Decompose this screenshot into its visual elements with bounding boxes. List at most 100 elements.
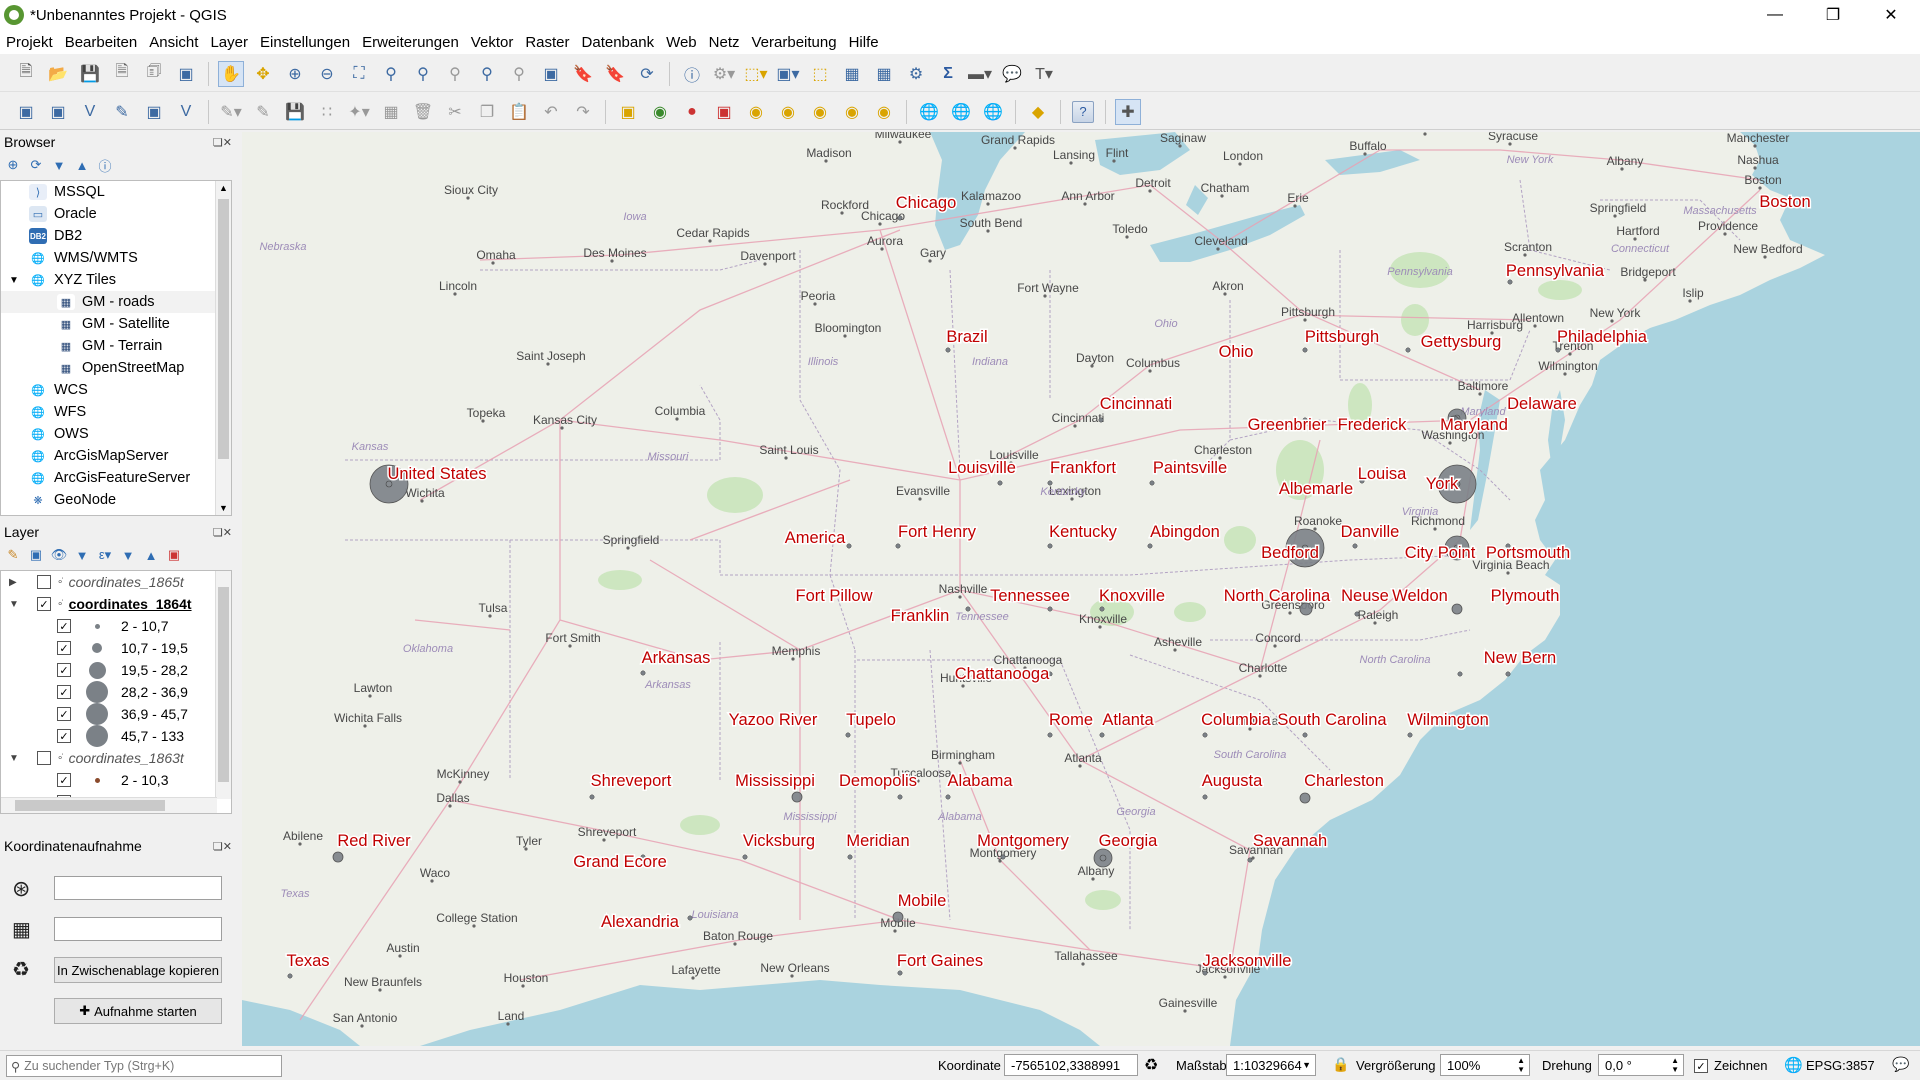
current-edits-icon[interactable]: ✎▾ — [218, 99, 244, 125]
browser-item[interactable]: 🌐 OWS — [1, 423, 231, 445]
zoom-native-icon[interactable]: ⚲ — [442, 61, 468, 87]
help-icon[interactable]: ? — [1072, 100, 1094, 123]
browser-item[interactable]: ▦ GM - roads — [1, 291, 231, 313]
collapse-all-icon[interactable]: ▲ — [73, 156, 91, 174]
point-feature[interactable] — [1405, 347, 1411, 353]
minimize-icon[interactable]: — — [1746, 0, 1804, 30]
scroll-down-icon[interactable]: ▼ — [219, 503, 228, 513]
rotation-field[interactable]: 0,0 ° ▲ ▼ — [1598, 1054, 1684, 1076]
scale-field[interactable]: 1:10329664 ▼ — [1226, 1054, 1316, 1076]
point-feature[interactable] — [287, 973, 293, 979]
style-manager-icon[interactable]: ▣ — [173, 61, 199, 87]
close-icon[interactable]: ✕ — [1862, 0, 1920, 30]
point-feature[interactable] — [897, 215, 903, 221]
point-feature[interactable] — [1457, 671, 1463, 677]
refresh-icon[interactable]: ⟳ — [27, 156, 45, 174]
legend-class-checkbox[interactable]: ✓ — [57, 707, 71, 721]
point-feature[interactable] — [687, 915, 693, 921]
browser-item[interactable]: 🌐 ArcGisFeatureServer — [1, 467, 231, 489]
graduated-point-symbol[interactable] — [892, 911, 904, 923]
point-feature[interactable] — [742, 854, 748, 860]
collapse-arrow-icon[interactable]: ▼ — [9, 753, 23, 764]
collapse-all-icon[interactable]: ▲ — [142, 546, 160, 564]
menu-item[interactable]: Netz — [703, 34, 746, 51]
map-svg[interactable]: Madison Milwaukee Grand RapidsLansing Flint… — [242, 132, 1920, 1046]
expand-arrow-icon[interactable]: ▶ — [9, 577, 23, 588]
coordinate-field[interactable]: -7565102,3388991 — [1004, 1054, 1138, 1076]
select-features-icon[interactable]: ⬚▾ — [743, 61, 769, 87]
new-map-view-icon[interactable]: ▣ — [538, 61, 564, 87]
legend-class-item[interactable]: ✓ 45,7 - 133 — [1, 725, 231, 747]
filter-legend-icon[interactable]: ▼ — [73, 546, 91, 564]
copy-to-clipboard-button[interactable]: In Zwischenablage kopieren — [54, 957, 222, 983]
layout-manager-icon[interactable]: 🗊 — [141, 61, 167, 87]
legend-class-checkbox[interactable]: ✓ — [57, 729, 71, 743]
point-feature[interactable] — [1352, 543, 1358, 549]
magnifier-field[interactable]: 100% ▲ ▼ — [1440, 1054, 1530, 1076]
save-project-icon[interactable]: 💾 — [77, 61, 103, 87]
locator-search-input[interactable]: ⚲ Zu suchender Typ (Strg+K) — [6, 1055, 282, 1077]
panel-float-close-icon[interactable]: ❏✕ — [213, 136, 232, 149]
browser-item[interactable]: 🌐 WFS — [1, 401, 231, 423]
zoom-last-icon[interactable]: ⚲ — [474, 61, 500, 87]
wms-search-icon[interactable]: 🌐 — [948, 99, 974, 125]
menu-item[interactable]: Bearbeiten — [59, 34, 144, 51]
undo-icon[interactable]: ↶ — [538, 99, 564, 125]
deselect-icon[interactable]: ⬚ — [807, 61, 833, 87]
zoom-next-icon[interactable]: ⚲ — [506, 61, 532, 87]
menu-item[interactable]: Ansicht — [143, 34, 204, 51]
data-source-manager-icon[interactable]: ▣ — [13, 99, 39, 125]
point-feature[interactable] — [1202, 732, 1208, 738]
point-feature[interactable] — [1099, 606, 1105, 612]
show-hide-labels-icon[interactable]: ◉ — [839, 99, 865, 125]
legend-class-checkbox[interactable]: ✓ — [57, 773, 71, 787]
modify-attributes-icon[interactable]: ▦ — [378, 99, 404, 125]
point-feature[interactable] — [945, 794, 951, 800]
identify-icon[interactable]: ⓘ — [679, 61, 705, 87]
legend-class-checkbox[interactable]: ✓ — [57, 663, 71, 677]
run-action-icon[interactable]: ⚙▾ — [711, 61, 737, 87]
copy-features-icon[interactable]: ❐ — [474, 99, 500, 125]
new-spatialite-icon[interactable]: ▣ — [141, 99, 167, 125]
add-group-icon[interactable]: ▣ — [27, 546, 45, 564]
menu-item[interactable]: Einstellungen — [254, 34, 356, 51]
point-feature[interactable] — [1302, 732, 1308, 738]
metasearch-icon[interactable]: 🌐 — [916, 99, 942, 125]
start-capture-button[interactable]: ✚ Aufnahme starten — [54, 998, 222, 1024]
point-feature[interactable] — [945, 347, 951, 353]
layer-scrollbar-h[interactable] — [1, 797, 217, 813]
legend-class-item[interactable]: ✓ 2 - 10,3 — [1, 769, 231, 791]
point-feature[interactable] — [1147, 543, 1153, 549]
attribute-table-icon[interactable]: ▦ — [839, 61, 865, 87]
legend-class-item[interactable]: ✓ 19,5 - 28,2 — [1, 659, 231, 681]
graduated-point-symbol[interactable] — [1093, 848, 1113, 868]
browser-item[interactable]: ▦ GM - Terrain — [1, 335, 231, 357]
chevron-down-icon[interactable]: ▼ — [1302, 1060, 1311, 1070]
spin-icon[interactable]: ▲ ▼ — [1671, 1056, 1679, 1074]
properties-icon[interactable]: ⓘ — [96, 156, 114, 174]
add-feature-icon[interactable]: ∷ — [314, 99, 340, 125]
select-by-value-icon[interactable]: ▣▾ — [775, 61, 801, 87]
point-feature[interactable] — [1505, 671, 1511, 677]
browser-item[interactable]: ▭ Oracle — [1, 203, 231, 225]
menu-item[interactable]: Hilfe — [843, 34, 885, 51]
browser-scrollbar[interactable]: ▲ ▼ — [215, 181, 231, 515]
filter-expression-icon[interactable]: ε▾ — [96, 546, 114, 564]
pin-labels-icon[interactable]: ● — [679, 99, 705, 125]
field-calculator-icon[interactable]: ▦ — [871, 61, 897, 87]
menu-item[interactable]: Datenbank — [576, 34, 661, 51]
remove-layer-icon[interactable]: ▣ — [165, 546, 183, 564]
browser-item[interactable]: ▼ 🌐 XYZ Tiles — [1, 269, 231, 291]
graduated-point-symbol[interactable] — [332, 851, 344, 863]
scroll-thumb[interactable] — [218, 199, 229, 459]
point-feature[interactable] — [997, 480, 1003, 486]
point-feature[interactable] — [965, 606, 971, 612]
point-feature[interactable] — [1099, 732, 1105, 738]
point-feature[interactable] — [1098, 417, 1104, 423]
zoom-layer-icon[interactable]: ⚲ — [410, 61, 436, 87]
pan-to-selection-icon[interactable]: ✥ — [250, 61, 276, 87]
render-checkbox[interactable]: ✓ — [1694, 1059, 1708, 1073]
diagram-options-icon[interactable]: ◉ — [647, 99, 673, 125]
point-feature[interactable] — [640, 670, 646, 676]
expand-all-icon[interactable]: ▼ — [119, 546, 137, 564]
